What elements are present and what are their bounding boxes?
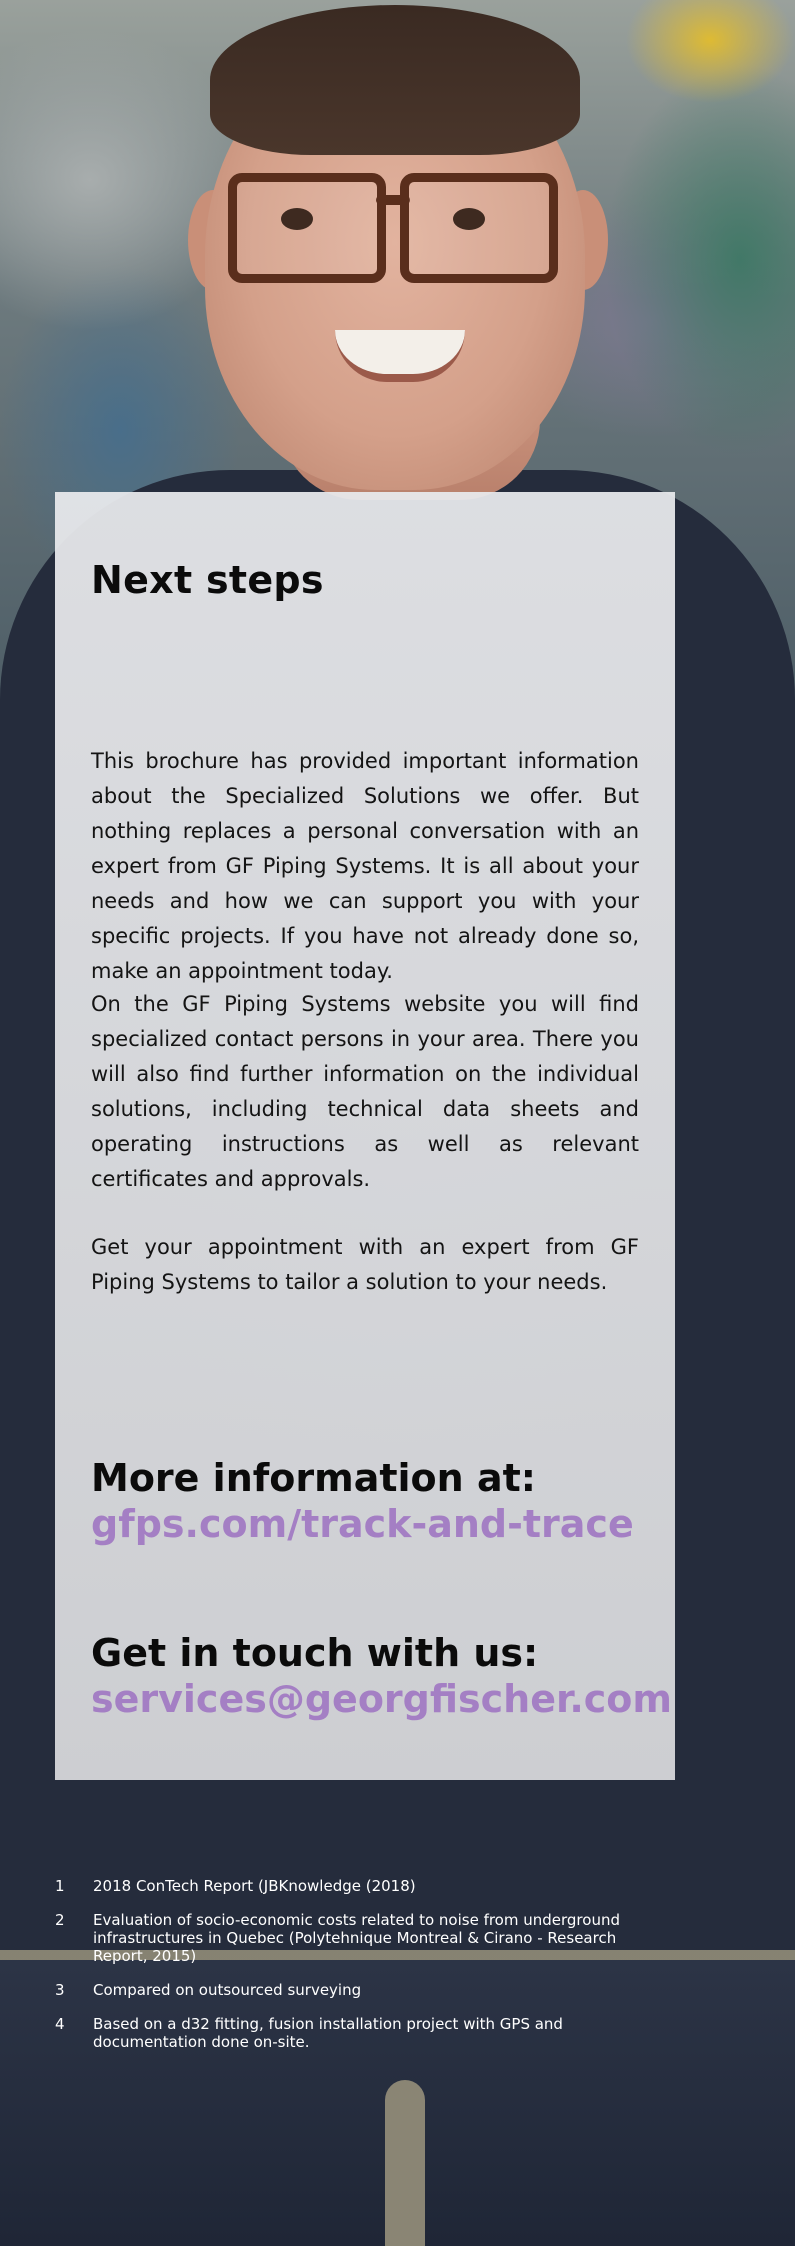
footnote-text: Evaluation of socio-economic costs relat… [93, 1911, 620, 1965]
contact-label: Get in touch with us: [91, 1631, 539, 1675]
footnote-text: Compared on outsourced surveying [93, 1981, 362, 1999]
left-eye [281, 208, 313, 230]
footnote-number: 3 [55, 1981, 65, 1999]
footnote-number: 2 [55, 1911, 65, 1929]
footnote-text: Based on a d32 fitting, fusion installat… [93, 2015, 563, 2051]
website-paragraph: On the GF Piping Systems website you wil… [91, 992, 639, 1191]
contact-block: Get in touch with us: services@georgfisc… [91, 1630, 672, 1722]
more-info-label: More information at: [91, 1456, 536, 1500]
footnote-text: 2018 ConTech Report (JBKnowledge (2018) [93, 1877, 416, 1895]
left-lens [228, 173, 386, 283]
footnotes: 1 2018 ConTech Report (JBKnowledge (2018… [55, 1877, 655, 2067]
appointment-paragraph: Get your appointment with an expert from… [91, 1235, 639, 1294]
footnote-item: 1 2018 ConTech Report (JBKnowledge (2018… [55, 1877, 655, 1895]
more-info-block: More information at: gfps.com/track-and-… [91, 1455, 651, 1547]
intro-paragraph: This brochure has provided important inf… [91, 749, 639, 983]
footnote-number: 1 [55, 1877, 65, 1895]
footnote-item: 2 Evaluation of socio-economic costs rel… [55, 1911, 655, 1965]
track-and-trace-link[interactable]: gfps.com/track-and-trace [91, 1501, 651, 1547]
glasses [228, 165, 558, 283]
page-title: Next steps [91, 558, 324, 602]
footnote-item: 3 Compared on outsourced surveying [55, 1981, 655, 1999]
email-link[interactable]: services@georgfischer.com [91, 1676, 672, 1722]
footnote-item: 4 Based on a d32 fitting, fusion install… [55, 2015, 655, 2051]
trouser-gap [385, 2080, 425, 2246]
next-steps-card: Next steps This brochure has provided im… [55, 492, 675, 1780]
person-hair [210, 5, 580, 155]
right-eye [453, 208, 485, 230]
footnote-number: 4 [55, 2015, 65, 2033]
right-lens [400, 173, 558, 283]
